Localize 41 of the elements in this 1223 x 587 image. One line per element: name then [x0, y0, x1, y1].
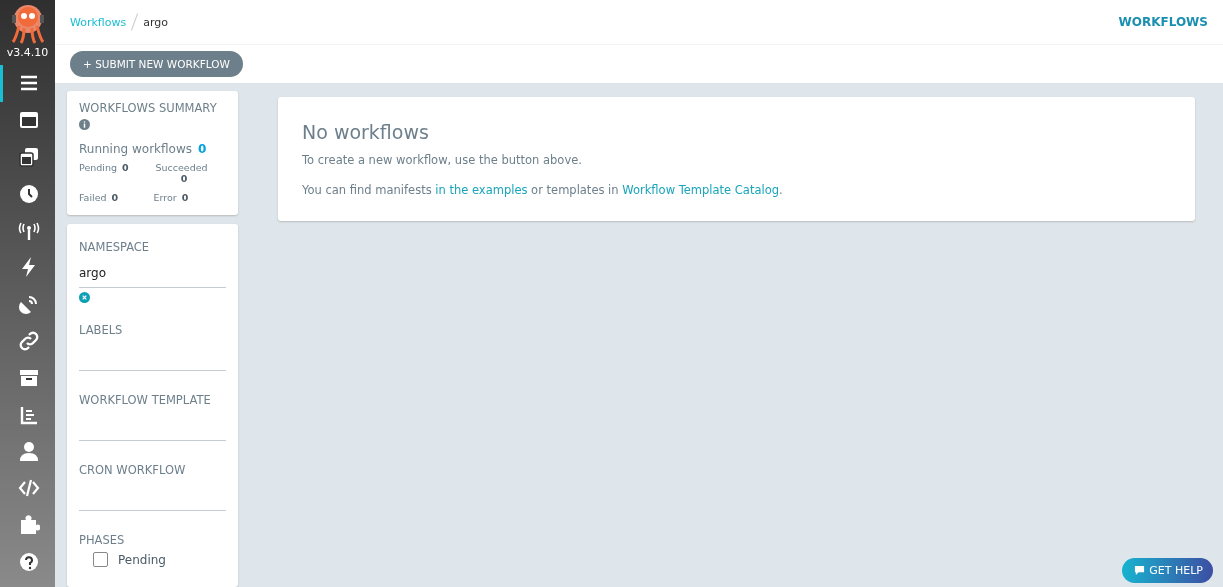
stat-value: 0 [180, 173, 188, 184]
submit-workflow-button[interactable]: + SUBMIT NEW WORKFLOW [70, 51, 243, 77]
checkbox-label: Pending [118, 552, 166, 567]
filter-label: LABELS [79, 323, 124, 337]
clock-icon [18, 182, 40, 205]
windows-icon [18, 146, 40, 168]
stat-label: Failed [79, 192, 107, 203]
link-icon [18, 329, 40, 352]
info-icon [79, 119, 90, 130]
filter-label: CRON WORKFLOW [79, 463, 187, 477]
satellite-icon [18, 293, 40, 316]
phase-checkbox[interactable] [93, 552, 108, 567]
octopus-logo [9, 4, 46, 44]
breadcrumb-current: argo [143, 15, 169, 29]
chat-icon [1134, 565, 1146, 576]
filter-label: WORKFLOW TEMPLATE [79, 393, 212, 407]
manifests-hint: You can find manifests in the examples or templates in Workflow Template Catalog. [302, 183, 784, 197]
stat-value: 0 [181, 192, 189, 203]
get-help-button[interactable]: GET HELP [1122, 558, 1213, 583]
stat-label: Succeeded [154, 162, 209, 173]
stat-value: 0 [122, 162, 129, 175]
breadcrumb-link[interactable]: Workflows [70, 15, 127, 29]
summary-title: WORKFLOWS SUMMARY [79, 101, 218, 115]
namespace-field[interactable]: argo [79, 266, 226, 288]
puzzle-icon [18, 513, 40, 536]
stat-label: Pending [79, 162, 117, 175]
text-link[interactable]: in the examples [435, 183, 528, 197]
help-icon [18, 550, 40, 573]
version-label: v3.4.10 [6, 46, 49, 59]
empty-message: To create a new workflow, use the button above. [302, 153, 583, 167]
page-title: WORKFLOWS [1118, 15, 1208, 29]
stat-label: Error [153, 192, 177, 203]
running-label: Running workflows [79, 142, 192, 156]
empty-title: No workflows [302, 121, 430, 143]
filter-label: NAMESPACE [79, 240, 151, 254]
stat-value: 0 [111, 192, 119, 203]
text-link[interactable]: Workflow Template Catalog [622, 183, 779, 197]
filter-label: PHASES [79, 533, 126, 547]
user-icon [18, 440, 40, 463]
running-count: 0 [198, 142, 207, 156]
clear-icon[interactable] [79, 292, 90, 303]
